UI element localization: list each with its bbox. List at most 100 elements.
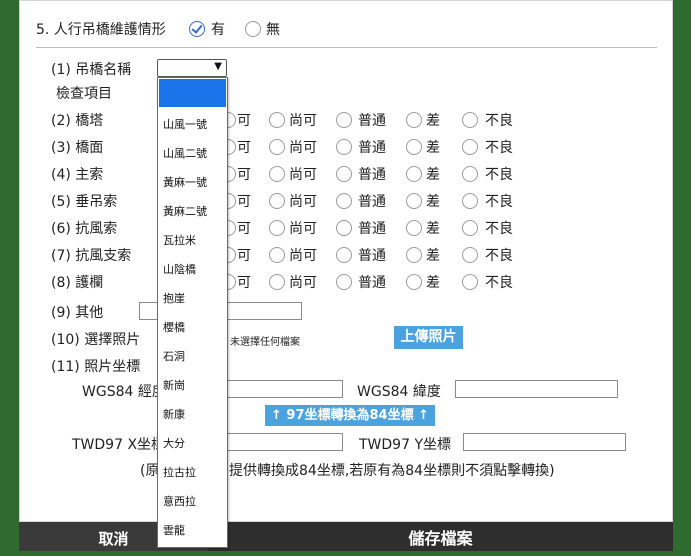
rating-option-label: 可 [237,167,251,183]
inspection-item-label: (3) 橋面 [51,140,104,156]
dropdown-option[interactable]: 拉古拉 [163,464,196,480]
rating-radio[interactable] [269,193,285,209]
dropdown-option[interactable]: 意西拉 [163,493,196,509]
rating-radio[interactable] [406,220,422,236]
rating-option-label: 不良 [485,140,513,156]
rating-radio[interactable] [269,274,285,290]
rating-radio[interactable] [406,139,422,155]
rating-option-label: 尚可 [289,275,317,291]
dropdown-option[interactable]: 新康 [163,406,185,422]
inspection-item-label: (6) 抗風索 [51,221,118,237]
rating-option-label: 差 [426,275,440,291]
rating-option-label: 差 [426,221,440,237]
rating-radio[interactable] [462,274,478,290]
rating-radio[interactable] [336,274,352,290]
yes-label: 有 [211,22,225,38]
rating-option-label: 普通 [358,113,386,129]
rating-option-label: 可 [237,275,251,291]
rating-radio[interactable] [269,166,285,182]
rating-radio[interactable] [336,166,352,182]
yes-radio[interactable] [189,21,205,37]
rating-radio[interactable] [462,220,478,236]
dropdown-option[interactable]: 櫻橋 [163,319,185,335]
dropdown-option[interactable]: 黃麻一號 [163,174,207,190]
twd97-y-label: TWD97 Y坐標 [359,437,451,453]
rating-option-label: 差 [426,248,440,264]
twd97-x-label: TWD97 X坐標 [72,437,166,453]
rating-radio[interactable] [269,112,285,128]
dropdown-option[interactable]: 雲龍 [163,522,185,538]
rating-radio[interactable] [406,247,422,263]
rating-option-label: 不良 [485,194,513,210]
rating-radio[interactable] [269,139,285,155]
rating-radio[interactable] [462,166,478,182]
rating-radio[interactable] [462,139,478,155]
rating-radio[interactable] [462,112,478,128]
dropdown-option[interactable]: 新崗 [163,377,185,393]
rating-radio[interactable] [269,220,285,236]
rating-option-label: 普通 [358,194,386,210]
photo-coords-label: (11) 照片坐標 [51,359,141,375]
rating-option-label: 可 [237,194,251,210]
inspection-item-label: (5) 垂吊索 [51,194,118,210]
dropdown-selected-highlight [159,79,226,107]
dropdown-option[interactable]: 瓦拉米 [163,232,196,248]
other-label: (9) 其他 [51,305,104,321]
rating-option-label: 普通 [358,248,386,264]
rating-option-label: 普通 [358,167,386,183]
photo-select-label: (10) 選擇照片 [51,332,141,348]
convert-coords-button[interactable]: ↑ 97坐標轉換為84坐標 ↑ [265,405,435,426]
section-divider [36,47,657,48]
twd97-y-input[interactable] [463,433,626,451]
no-radio[interactable] [245,21,261,37]
inspection-items-label: 檢查項目 [56,86,112,102]
inspection-item-label: (7) 抗風支索 [51,248,132,264]
rating-radio[interactable] [406,166,422,182]
dropdown-option[interactable]: 山風二號 [163,145,207,161]
bridge-name-dropdown-list: 山風一號山風二號黃麻一號黃麻二號瓦拉米山陰橋抱崖櫻橋石洞新崗新康大分拉古拉意西拉… [157,77,228,548]
rating-option-label: 普通 [358,140,386,156]
rating-option-label: 不良 [485,248,513,264]
rating-option-label: 不良 [485,221,513,237]
rating-radio[interactable] [406,193,422,209]
rating-radio[interactable] [336,220,352,236]
wgs84-lon-input[interactable] [226,380,343,398]
rating-option-label: 不良 [485,167,513,183]
rating-option-label: 尚可 [289,167,317,183]
save-button[interactable]: 儲存檔案 [208,522,673,551]
wgs84-lon-label: WGS84 經度 [82,384,166,400]
wgs84-lat-input[interactable] [455,380,618,398]
dropdown-option[interactable]: 抱崖 [163,290,185,306]
rating-radio[interactable] [406,274,422,290]
rating-radio[interactable] [336,112,352,128]
rating-option-label: 尚可 [289,113,317,129]
rating-radio[interactable] [462,193,478,209]
rating-option-label: 普通 [358,221,386,237]
dropdown-option[interactable]: 山陰橋 [163,261,196,277]
dropdown-option[interactable]: 大分 [163,435,185,451]
dropdown-option[interactable]: 石洞 [163,348,185,364]
rating-radio[interactable] [462,247,478,263]
rating-option-label: 差 [426,167,440,183]
rating-option-label: 尚可 [289,221,317,237]
dropdown-option[interactable]: 山風一號 [163,116,207,132]
rating-radio[interactable] [406,112,422,128]
inspection-item-label: (8) 護欄 [51,275,104,291]
upload-photo-button[interactable]: 上傳照片 [394,326,463,349]
rating-radio[interactable] [269,247,285,263]
no-label: 無 [266,22,280,38]
wgs84-lat-label: WGS84 緯度 [357,384,441,400]
dropdown-option[interactable]: 黃麻二號 [163,203,207,219]
section-title: 5. 人行吊橋維護情形 [36,22,166,38]
bridge-name-select[interactable]: ▼ [157,59,227,77]
twd97-x-input[interactable] [226,433,343,451]
rating-radio[interactable] [336,247,352,263]
rating-option-label: 不良 [485,275,513,291]
rating-option-label: 差 [426,140,440,156]
inspection-item-label: (4) 主索 [51,167,104,183]
rating-radio[interactable] [336,193,352,209]
rating-option-label: 不良 [485,113,513,129]
chevron-down-icon: ▼ [214,61,222,72]
rating-radio[interactable] [336,139,352,155]
rating-option-label: 普通 [358,275,386,291]
